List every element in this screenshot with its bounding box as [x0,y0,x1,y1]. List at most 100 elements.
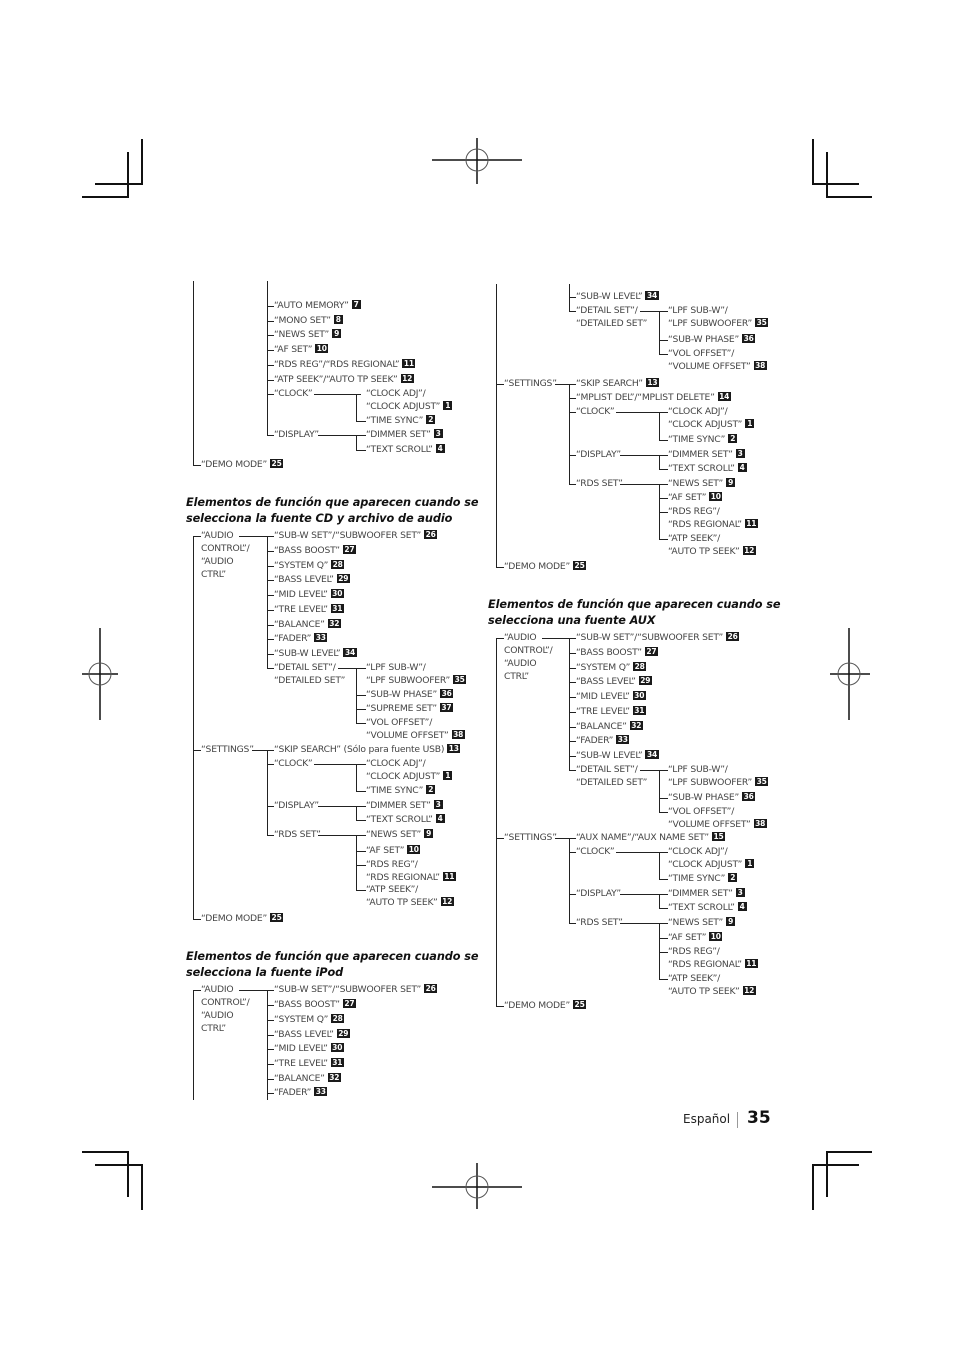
menu-item-clock: “CLOCK” [576,846,615,857]
menu-item-settings: “SETTINGS” [201,744,254,755]
menu-item-clock-adjust: “CLOCK ADJ”/“CLOCK ADJUST” 1 [668,846,755,870]
registration-mark-right [830,628,870,720]
menu-item-system-q: “SYSTEM Q” 28 [274,560,345,571]
menu-item-mono-set: “MONO SET” 8 [274,315,343,326]
menu-item-system-q: “SYSTEM Q” 28 [274,1014,345,1025]
menu-item-news-set: “NEWS SET” 9 [668,917,736,928]
menu-item-dimmer-set: “DIMMER SET” 3 [668,888,745,899]
menu-item-subwoofer-set: “SUB-W SET”/“SUBWOOFER SET” 26 [274,530,438,541]
menu-item-dimmer-set: “DIMMER SET” 3 [668,449,745,460]
menu-item-lpf-subwoofer: “LPF SUB-W”/“LPF SUBWOOFER” 35 [668,305,769,329]
menu-item-af-set: “AF SET” 10 [668,932,723,943]
menu-item-time-sync: “TIME SYNC” 2 [668,873,738,884]
menu-item-rds-set: “RDS SET” [274,829,321,840]
menu-item-clock-adjust: “CLOCK ADJ”/“CLOCK ADJUST” 1 [366,388,453,412]
menu-item-rds-set: “RDS SET” [576,917,623,928]
menu-item-display: “DISPLAY” [576,888,621,899]
menu-item-text-scroll: “TEXT SCROLL” 4 [668,902,747,913]
menu-item-auto-memory: “AUTO MEMORY” 7 [274,300,361,311]
menu-item-bass-level: “BASS LEVEL” 29 [274,1029,350,1040]
menu-item-demo-mode: “DEMO MODE” 25 [201,913,284,924]
footer-language: Español [683,1112,731,1126]
menu-item-detail-set: “DETAIL SET”/“DETAILED SET” [274,662,346,686]
menu-item-rds-set: “RDS SET” [576,478,623,489]
section-heading-cd: Elementos de función que aparecen cuando… [186,496,479,525]
menu-item-balance: “BALANCE” 32 [576,721,643,732]
menu-item-text-scroll: “TEXT SCROLL” 4 [366,814,445,825]
menu-item-bass-boost: “BASS BOOST” 27 [274,545,356,556]
menu-item-mid-level: “MID LEVEL” 30 [576,691,646,702]
menu-item-clock: “CLOCK” [274,758,313,769]
menu-item-rds-regional: “RDS REG”/“RDS REGIONAL” 11 [274,359,416,370]
menu-item-time-sync: “TIME SYNC” 2 [668,434,738,445]
menu-item-clock-adjust: “CLOCK ADJ”/“CLOCK ADJUST” 1 [668,406,755,430]
menu-item-subwoofer-set: “SUB-W SET”/“SUBWOOFER SET” 26 [274,984,438,995]
menu-item-display: “DISPLAY” [274,429,319,440]
menu-item-skip-search: “SKIP SEARCH” 13 [576,378,659,389]
menu-item-auto-tp-seek: “ATP SEEK”/“AUTO TP SEEK” 12 [274,374,414,385]
menu-item-clock: “CLOCK” [274,388,313,399]
menu-item-lpf-subwoofer: “LPF SUB-W”/“LPF SUBWOOFER” 35 [668,764,769,788]
menu-item-detail-set: “DETAIL SET”/“DETAILED SET” [576,305,648,329]
menu-item-sub-w-phase: “SUB-W PHASE” 36 [668,792,756,803]
menu-item-skip-search: “SKIP SEARCH” (Sólo para fuente USB) 13 [274,744,461,755]
menu-item-subwoofer-set: “SUB-W SET”/“SUBWOOFER SET” 26 [576,632,740,643]
menu-item-tre-level: “TRE LEVEL” 31 [274,1058,344,1069]
menu-item-dimmer-set: “DIMMER SET” 3 [366,429,443,440]
menu-item-bass-level: “BASS LEVEL” 29 [274,574,350,585]
menu-item-demo-mode: “DEMO MODE” 25 [504,1000,587,1011]
menu-item-bass-boost: “BASS BOOST” 27 [576,647,658,658]
menu-item-fader: “FADER” 33 [274,633,328,644]
menu-item-demo-mode: “DEMO MODE” 25 [201,459,284,470]
menu-item-volume-offset: “VOL OFFSET”/“VOLUME OFFSET” 38 [366,717,465,741]
menu-item-fader: “FADER” 33 [576,735,630,746]
menu-item-bass-level: “BASS LEVEL” 29 [576,676,652,687]
menu-item-text-scroll: “TEXT SCROLL” 4 [668,463,747,474]
menu-item-rds-regional: “RDS REG”/“RDS REGIONAL” 11 [668,946,758,970]
menu-item-sub-w-level: “SUB-W LEVEL” 34 [576,750,659,761]
menu-item-sub-w-phase: “SUB-W PHASE” 36 [668,334,756,345]
page-number: 35 [747,1108,771,1128]
menu-item-time-sync: “TIME SYNC” 2 [366,415,436,426]
menu-item-tre-level: “TRE LEVEL” 31 [576,706,646,717]
menu-item-sub-w-level: “SUB-W LEVEL” 34 [274,648,357,659]
registration-mark-left [82,628,118,720]
menu-item-news-set: “NEWS SET” 9 [668,478,736,489]
menu-item-lpf-subwoofer: “LPF SUB-W”/“LPF SUBWOOFER” 35 [366,662,467,686]
menu-item-auto-tp-seek: “ATP SEEK”/“AUTO TP SEEK” 12 [668,533,756,557]
menu-item-af-set: “AF SET” 10 [274,344,329,355]
menu-item-detail-set: “DETAIL SET”/“DETAILED SET” [576,764,648,788]
menu-item-bass-boost: “BASS BOOST” 27 [274,999,356,1010]
menu-item-rds-regional: “RDS REG”/“RDS REGIONAL” 11 [668,506,758,530]
menu-item-supreme-set: “SUPREME SET” 37 [366,703,453,714]
menu-item-tre-level: “TRE LEVEL” 31 [274,604,344,615]
menu-item-aux-name-set: “AUX NAME”/“AUX NAME SET” 15 [576,832,726,843]
menu-item-af-set: “AF SET” 10 [668,492,723,503]
menu-item-sub-w-level: “SUB-W LEVEL” 34 [576,291,659,302]
menu-item-mid-level: “MID LEVEL” 30 [274,589,344,600]
menu-item-display: “DISPLAY” [274,800,319,811]
menu-item-news-set: “NEWS SET” 9 [274,329,342,340]
menu-item-text-scroll: “TEXT SCROLL” 4 [366,444,445,455]
registration-mark-bottom [432,1163,522,1209]
footer-separator [737,1112,738,1128]
menu-item-settings: “SETTINGS” [504,378,557,389]
menu-item-volume-offset: “VOL OFFSET”/“VOLUME OFFSET” 38 [668,348,767,372]
menu-item-fader: “FADER” 33 [274,1087,328,1098]
menu-item-settings: “SETTINGS” [504,832,557,843]
menu-item-balance: “BALANCE” 32 [274,1073,341,1084]
menu-item-system-q: “SYSTEM Q” 28 [576,662,647,673]
menu-item-auto-tp-seek: “ATP SEEK”/“AUTO TP SEEK” 12 [668,973,756,997]
menu-item-auto-tp-seek: “ATP SEEK”/“AUTO TP SEEK” 12 [366,884,454,908]
menu-item-news-set: “NEWS SET” 9 [366,829,434,840]
registration-mark-top [432,138,522,184]
menu-item-volume-offset: “VOL OFFSET”/“VOLUME OFFSET” 38 [668,806,767,830]
menu-item-rds-regional: “RDS REG”/“RDS REGIONAL” 11 [366,859,456,883]
menu-item-display: “DISPLAY” [576,449,621,460]
section-heading-ipod: Elementos de función que aparecen cuando… [186,950,479,979]
menu-item-af-set: “AF SET” 10 [366,845,421,856]
menu-item-clock-adjust: “CLOCK ADJ”/“CLOCK ADJUST” 1 [366,758,453,782]
menu-item-mplist-delete: “MPLIST DEL”/“MPLIST DELETE” 14 [576,392,731,403]
section-heading-aux: Elementos de función que aparecen cuando… [488,598,781,627]
menu-item-sub-w-phase: “SUB-W PHASE” 36 [366,689,454,700]
